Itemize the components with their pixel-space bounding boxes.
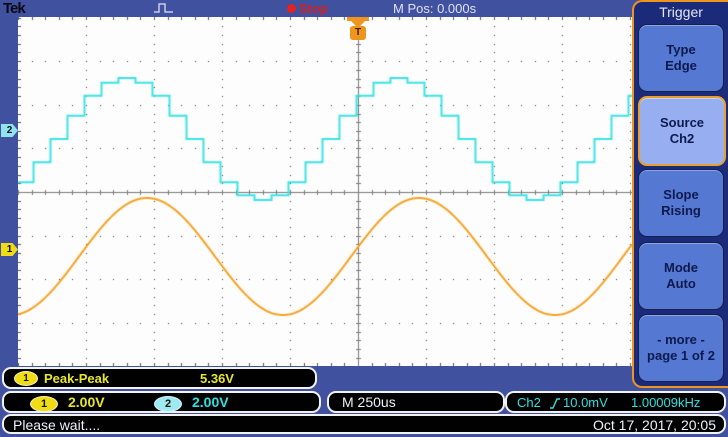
menu-button-value: Auto [666,276,696,292]
stop-record-icon [287,4,296,13]
top-status-bar [0,0,728,17]
measurement-readout-box: 1 Peak-Peak 5.36V [2,367,317,389]
menu-button-mode[interactable]: Mode Auto [638,242,724,310]
trigger-menu-panel: Trigger Type Edge Source Ch2 Slope Risin… [632,0,728,388]
measurement-channel-badge: 1 [14,371,38,386]
menu-button-type[interactable]: Type Edge [638,24,724,92]
ch1-badge: 1 [30,396,58,412]
menu-button-source[interactable]: Source Ch2 [638,96,726,166]
menu-button-label: Mode [664,260,698,276]
menu-button-value: Rising [661,203,701,219]
menu-button-label: Slope [663,187,698,203]
trigger-source-readout: Ch2 [517,395,541,410]
status-message: Please wait.... [13,417,100,433]
trigger-position-marker: T [347,17,369,43]
timebase-readout-box: M 250us [327,391,505,413]
ch2-badge: 2 [154,396,182,412]
menu-button-label: Source [660,115,704,131]
menu-button-value: Edge [665,58,697,74]
menu-button-label: Type [666,42,695,58]
ch1-volts-per-div: 2.00V [68,394,105,410]
tek-logo: Tek [3,0,25,17]
ch1-ground-marker: 1 [1,243,18,256]
timebase-readout: M 250us [342,394,396,410]
menu-button-value: Ch2 [670,131,695,147]
oscilloscope-screen: Tek Stop M Pos: 0.000s 2 1 T Trigger Typ… [0,0,728,437]
menu-button-value: page 1 of 2 [647,348,715,364]
datetime-readout: Oct 17, 2017, 20:05 [593,417,716,433]
rising-slope-icon [549,397,561,410]
trigger-marker-flag: T [350,26,366,40]
menu-button-more-pages[interactable]: - more - page 1 of 2 [638,314,724,382]
trigger-readout-box: Ch2 10.0mV 1.00009kHz [505,391,726,413]
waveform-display [18,17,632,366]
acquisition-status: Stop [299,1,328,16]
measurement-name: Peak-Peak [44,371,109,386]
menu-button-slope[interactable]: Slope Rising [638,169,724,237]
horizontal-position-readout: M Pos: 0.000s [393,1,476,16]
ch2-ground-marker: 2 [1,124,18,137]
menu-button-label: - more - [657,332,705,348]
measurement-value: 5.36V [200,371,234,386]
status-message-box: Please wait.... Oct 17, 2017, 20:05 [2,414,726,434]
acquire-pulse-icon [153,2,175,14]
channel-scale-readout-box: 1 2.00V 2 2.00V [2,391,321,413]
ch2-volts-per-div: 2.00V [192,394,229,410]
menu-title: Trigger [634,4,728,20]
trigger-frequency-readout: 1.00009kHz [631,395,700,410]
trigger-level-readout: 10.0mV [563,395,608,410]
